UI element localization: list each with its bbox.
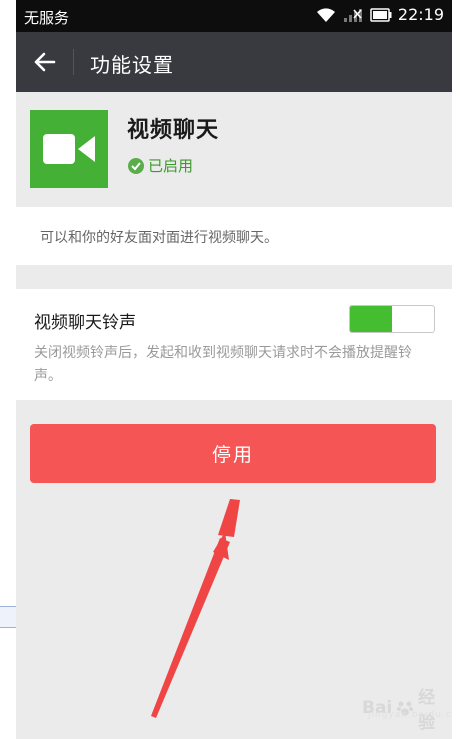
check-circle-icon [128,157,144,174]
battery-icon [370,7,392,22]
status-bar: 无服务 22:19 [16,0,452,32]
app-bar: 功能设置 [16,32,452,92]
status-badge: 已启用 [127,155,193,176]
toggle-knob [392,306,434,332]
ringtone-label: 视频聊天铃声 [34,313,136,333]
status-text: 已启用 [148,157,194,175]
feature-name: 视频聊天 [127,118,220,143]
watermark-url: jingyan.baidu.com [368,710,452,720]
status-icons: 22:19 [316,5,444,24]
watermark: Bai 经验 [362,683,452,733]
disable-button[interactable]: 停用 [30,424,436,483]
feature-icon-tile [30,110,108,188]
phone-screen: 无服务 22:19 功能设置 视频聊天 已启用 可以和你的好友面对面进行视频聊天… [16,0,452,739]
app-bar-divider [73,49,74,75]
feature-description: 可以和你的好友面对面进行视频聊天。 [40,230,278,246]
video-camera-icon [43,134,95,164]
feature-header: 视频聊天 已启用 [16,92,452,205]
wifi-icon [316,7,335,22]
back-arrow-icon [34,52,56,72]
description-card: 可以和你的好友面对面进行视频聊天。 [16,207,452,265]
carrier-label: 无服务 [24,9,70,27]
ringtone-card: 视频聊天铃声 关闭视频铃声后，发起和收到视频聊天请求时不会播放提醒铃声。 [16,289,452,400]
signal-icon [343,8,362,22]
back-button[interactable] [32,48,58,76]
ringtone-description: 关闭视频铃声后，发起和收到视频聊天请求时不会播放提醒铃声。 [34,345,412,384]
ringtone-toggle[interactable] [349,305,435,333]
watermark-suffix: 经验 [418,688,436,733]
status-time: 22:19 [397,5,444,24]
toggle-on-track [350,306,392,332]
page-title: 功能设置 [90,53,174,77]
